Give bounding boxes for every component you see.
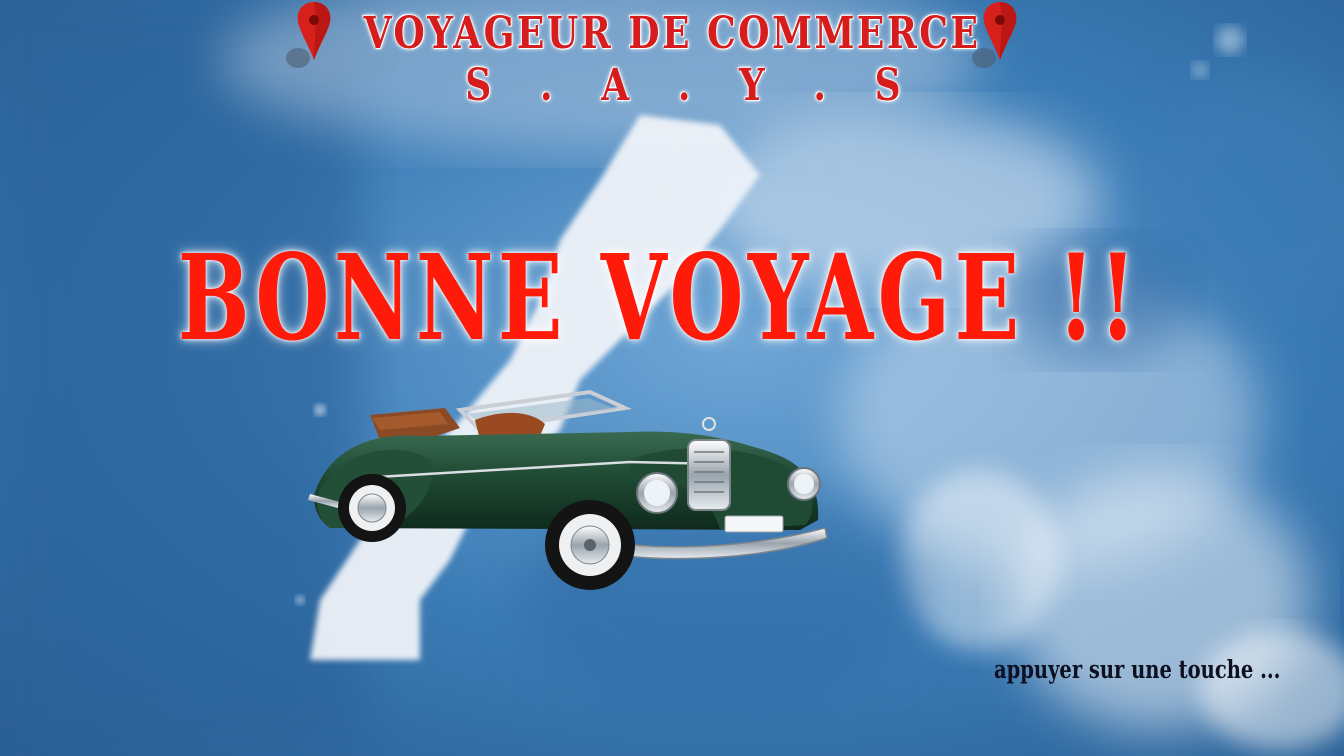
vintage-car-image xyxy=(308,389,828,590)
game-subtitle: S . A . Y . S xyxy=(465,60,919,111)
headline-text: BONNE VOYAGE !! xyxy=(177,228,1141,367)
background-map xyxy=(0,0,1344,756)
press-any-key-prompt: appuyer sur une touche ... xyxy=(994,655,1281,684)
game-title: VOYAGEUR DE COMMERCE xyxy=(363,8,981,59)
